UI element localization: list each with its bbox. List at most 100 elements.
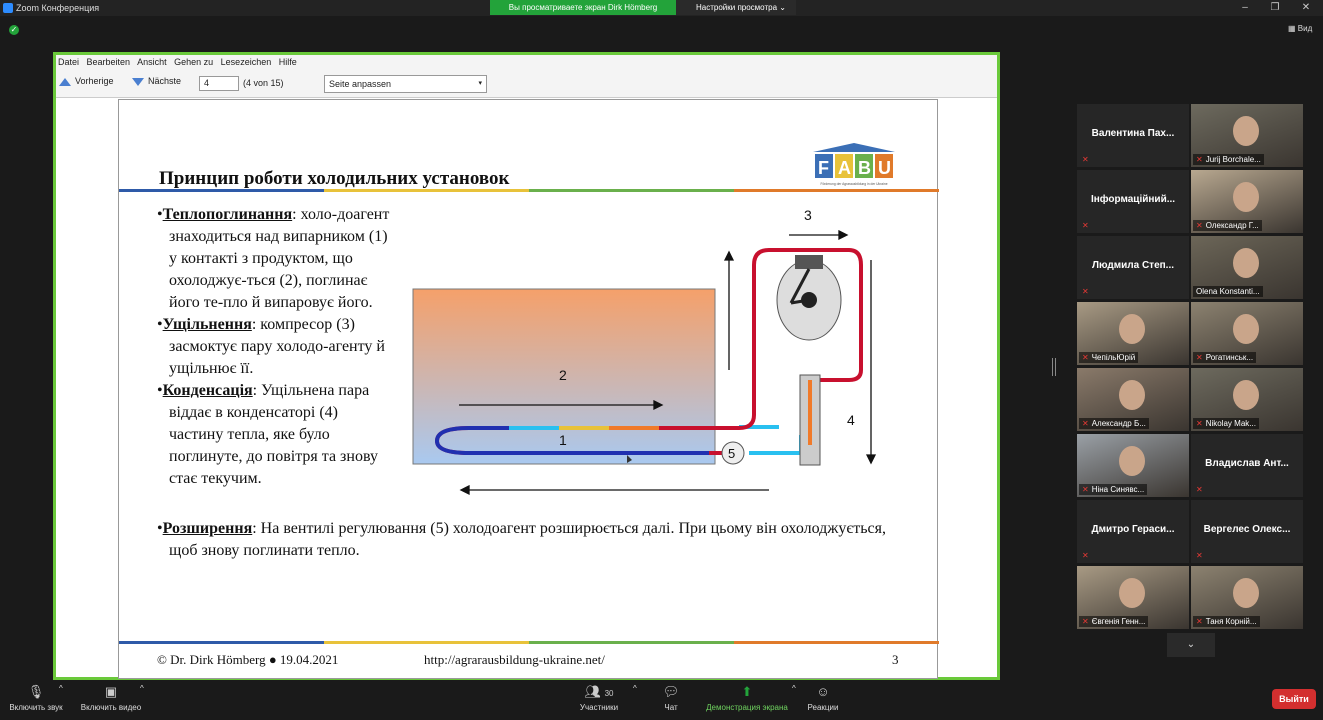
participant-name: ✕ Ніна Синявс...: [1079, 484, 1148, 495]
participant-tile[interactable]: ✕ Ніна Синявс...: [1077, 434, 1189, 497]
label-3: 3: [804, 207, 812, 223]
bullet-term: Конденсація: [162, 382, 253, 399]
footer-page-number: 3: [892, 652, 899, 667]
participant-tile[interactable]: ✕ Таня Корній...: [1191, 566, 1303, 629]
audio-options-caret-icon[interactable]: ^: [59, 684, 63, 693]
view-button[interactable]: ▦ Вид: [1288, 24, 1312, 33]
participant-tile[interactable]: ✕ Jurij Borchale...: [1191, 104, 1303, 167]
reactions-button[interactable]: ☺ Реакции: [804, 684, 842, 712]
participant-tile[interactable]: ✕ Александр Б...: [1077, 368, 1189, 431]
arrow-down-icon: [132, 77, 144, 86]
minimize-icon[interactable]: –: [1236, 1, 1254, 14]
participant-name: Владислав Ант...: [1205, 458, 1289, 469]
share-screen-label: Демонстрация экрана: [706, 703, 788, 712]
share-screen-button[interactable]: ⬆ Демонстрация экрана: [702, 684, 792, 712]
menu-lesezeichen[interactable]: Lesezeichen: [221, 57, 272, 67]
participant-name: Інформаційний...: [1090, 194, 1176, 205]
mic-muted-icon: ✕: [1196, 551, 1203, 560]
mic-muted-icon: ✕: [1082, 287, 1089, 296]
participant-tile[interactable]: ✕ Олександр Г...: [1191, 170, 1303, 233]
bullet-item: •Теплопоглинання: холо-доагент знаходить…: [157, 206, 390, 311]
participants-label: Участники: [579, 703, 619, 712]
start-video-label: Включить видео: [80, 703, 142, 712]
mic-muted-icon: ✕: [1196, 221, 1203, 230]
gallery-scroll-down-button[interactable]: ⌄: [1167, 633, 1215, 657]
video-off-icon: ▣: [104, 684, 118, 699]
bullet-text: : На вентилі регулювання (5) холодоагент…: [169, 520, 886, 559]
participant-name-text: Таня Корній...: [1205, 617, 1257, 626]
bullet-term: Розширення: [162, 520, 253, 537]
participant-name: ✕ Александр Б...: [1079, 418, 1149, 429]
previous-label: Vorherige: [75, 76, 114, 86]
unmute-label: Включить звук: [9, 703, 63, 712]
bullet-column: •Теплопоглинання: холо-доагент знаходить…: [157, 204, 392, 490]
participant-status: ✕: [1193, 484, 1209, 495]
close-icon[interactable]: ✕: [1297, 1, 1315, 14]
participant-tile[interactable]: Вергелес Олекс... ✕: [1191, 500, 1303, 563]
participant-tile[interactable]: Дмитро Гераси... ✕: [1077, 500, 1189, 563]
participant-face: [1233, 314, 1259, 344]
leave-button[interactable]: Выйти: [1272, 689, 1316, 709]
unmute-button[interactable]: 🎙︎ Включить звук: [6, 684, 66, 712]
participant-tile[interactable]: Людмила Степ... ✕: [1077, 236, 1189, 299]
participant-name: Валентина Пах...: [1091, 128, 1175, 139]
mic-muted-icon: ✕: [1082, 551, 1089, 560]
participant-tile[interactable]: ✕ Рогатинськ...: [1191, 302, 1303, 365]
microphone-muted-icon: 🎙︎: [27, 684, 45, 699]
participant-tile[interactable]: ✕ Nikolay Mak...: [1191, 368, 1303, 431]
participant-name: ✕ Jurij Borchale...: [1193, 154, 1264, 165]
participants-button[interactable]: 👥︎ 30 Участники: [576, 684, 622, 712]
participants-count: 30: [604, 689, 614, 698]
mic-muted-icon: ✕: [1082, 221, 1089, 230]
shared-screen: Datei Bearbeiten Ansicht Gehen zu Leseze…: [53, 52, 1000, 680]
arrow-down-icon: [865, 454, 877, 465]
menu-datei[interactable]: Datei: [58, 57, 79, 67]
participants-caret-icon[interactable]: ^: [633, 684, 637, 693]
participants-icon: 👥︎ 30: [584, 684, 614, 699]
view-options-button[interactable]: Настройки просмотра ⌄: [676, 0, 796, 15]
start-video-button[interactable]: ▣ Включить видео: [78, 684, 144, 712]
page-number-input[interactable]: 4: [199, 76, 239, 91]
footer-author: © Dr. Dirk Hömberg ● 19.04.2021: [157, 652, 339, 667]
view-button-label: Вид: [1297, 24, 1313, 33]
participant-status: ✕: [1079, 550, 1095, 561]
viewer-toolbar: Vorherige Nächste 4 (4 von 15) Seite anp…: [56, 70, 997, 98]
participant-tile[interactable]: Olena Konstanti...: [1191, 236, 1303, 299]
maximize-icon[interactable]: ❐: [1266, 1, 1284, 14]
encryption-shield-icon[interactable]: ✓: [9, 25, 19, 35]
menu-ansicht[interactable]: Ansicht: [137, 57, 167, 67]
participant-name: ✕ Таня Корній...: [1193, 616, 1260, 627]
participant-face: [1233, 116, 1259, 146]
video-options-caret-icon[interactable]: ^: [140, 684, 144, 693]
zoom-select[interactable]: Seite anpassen ▾: [324, 75, 487, 93]
arrow-up-icon: [59, 77, 71, 86]
menu-gehen-zu[interactable]: Gehen zu: [174, 57, 213, 67]
arrow-up-icon: [723, 250, 735, 261]
menu-hilfe[interactable]: Hilfe: [279, 57, 297, 67]
label-5: 5: [728, 446, 735, 461]
next-page-button[interactable]: Nächste: [132, 76, 181, 86]
participant-tile[interactable]: Владислав Ант... ✕: [1191, 434, 1303, 497]
menu-bearbeiten[interactable]: Bearbeiten: [87, 57, 131, 67]
participant-tile[interactable]: Валентина Пах... ✕: [1077, 104, 1189, 167]
chat-button[interactable]: 💬︎ Чат: [656, 684, 686, 712]
participant-tile[interactable]: ✕ ЧепільЮрій: [1077, 302, 1189, 365]
share-screen-icon: ⬆: [741, 684, 753, 699]
participant-face: [1119, 314, 1145, 344]
participant-tile[interactable]: ✕ Євгенія Генн...: [1077, 566, 1189, 629]
arrow-right-icon: [838, 229, 849, 241]
participant-tile[interactable]: Інформаційний... ✕: [1077, 170, 1189, 233]
chat-label: Чат: [664, 703, 678, 712]
participant-status: ✕: [1079, 220, 1095, 231]
share-options-caret-icon[interactable]: ^: [792, 684, 796, 693]
splitter-handle[interactable]: [1052, 358, 1056, 376]
title-stripe: [119, 189, 939, 192]
participant-name: ✕ Nikolay Mak...: [1193, 418, 1259, 429]
participant-status: ✕: [1193, 550, 1209, 561]
participant-name-text: Nikolay Mak...: [1205, 419, 1256, 428]
participant-name: ✕ ЧепільЮрій: [1079, 352, 1139, 363]
previous-page-button[interactable]: Vorherige: [59, 76, 114, 86]
participant-name-text: Рогатинськ...: [1205, 353, 1254, 362]
chat-icon: 💬︎: [662, 684, 680, 699]
mic-muted-icon: ✕: [1196, 419, 1203, 428]
